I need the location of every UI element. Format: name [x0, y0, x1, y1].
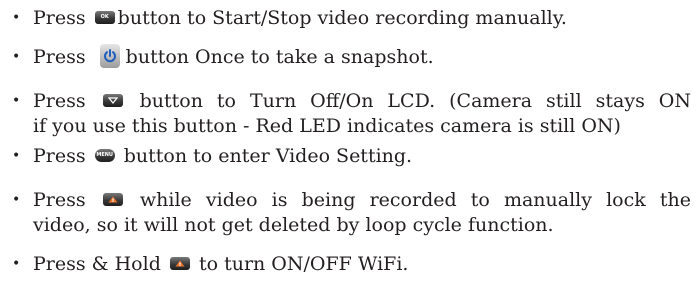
item-text-after: button to enter Video Setting. [123, 145, 413, 167]
down-arrow-button-icon [102, 93, 123, 107]
item-continuation: if you use this button - Red LED indicat… [33, 115, 621, 137]
list-item: • Press while video is being recorded to… [12, 188, 691, 238]
list-item: • Press button Once to take a snapshot. [12, 44, 691, 70]
bullet: • [12, 10, 21, 26]
list-item: • Press MENU button to enter Video Setti… [12, 144, 691, 169]
item-text-after: button to Turn Off/On LCD. (Camera still… [139, 90, 692, 112]
ok-button-icon: OK [94, 10, 115, 24]
item-text-after: while video is being recorded to manuall… [139, 189, 691, 211]
item-text-before: Press [33, 189, 86, 211]
item-text-before: Press [33, 145, 86, 167]
menu-button-icon: MENU [94, 148, 115, 162]
item-text-before: Press [33, 7, 86, 29]
item-continuation: video, so it will not get deleted by loo… [33, 214, 554, 236]
item-text-before: Press [33, 90, 86, 112]
ok-button-label: OK [100, 13, 109, 20]
item-text-after: to turn ON/OFF WiFi. [198, 253, 409, 275]
item-text-before: Press [33, 46, 86, 68]
bullet: • [12, 256, 21, 272]
list-item: • Press & Hold to turn ON/OFF WiFi. [12, 252, 691, 277]
list-item: • Press OK button to Start/Stop video re… [12, 6, 691, 31]
bullet: • [12, 49, 21, 65]
instruction-list: • Press OK button to Start/Stop video re… [0, 0, 699, 286]
list-item: • Press button to Turn Off/On LCD. (Came… [12, 89, 691, 139]
up-arrow-button-icon [102, 192, 123, 206]
bullet: • [12, 192, 21, 208]
bullet: • [12, 93, 21, 109]
up-arrow-button-icon [169, 256, 190, 270]
item-text-before: Press & Hold [33, 253, 161, 275]
power-button-icon [99, 44, 120, 68]
item-text-after: button to Start/Stop video recording man… [117, 7, 567, 29]
bullet: • [12, 148, 21, 164]
menu-button-label: MENU [96, 151, 113, 158]
item-text-after: button Once to take a snapshot. [125, 46, 434, 68]
